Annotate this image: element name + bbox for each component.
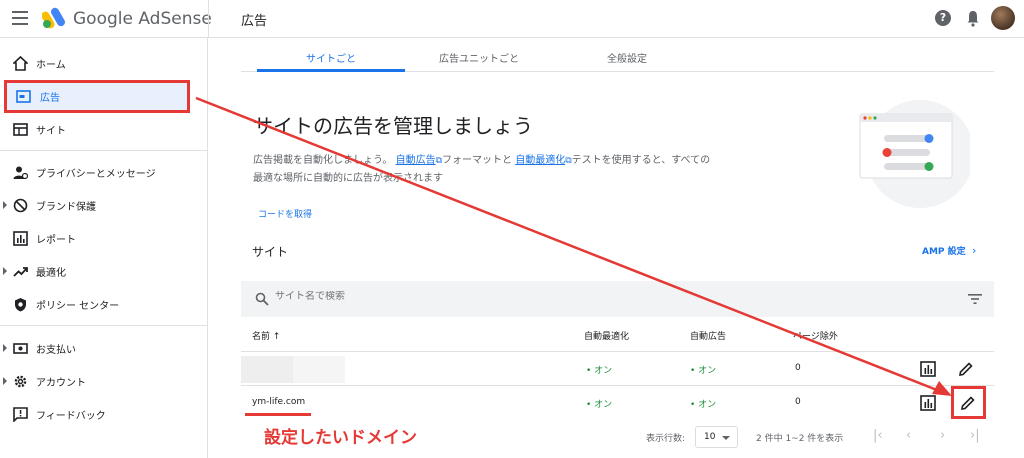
page-exclusions-count: 0 <box>795 363 801 373</box>
dropdown-arrow-icon <box>722 436 730 440</box>
sidebar-item-label: お支払い <box>36 345 76 356</box>
table-divider <box>241 351 994 352</box>
hero-desc-text: 広告掲載を自動化しましょう。 <box>253 155 393 166</box>
tab-by-ad-unit[interactable]: 広告ユニットごと <box>405 50 553 65</box>
sidebar-item-feedback[interactable]: フィードバック <box>0 398 208 431</box>
site-ads-illustration <box>859 100 970 208</box>
auto-ads-link[interactable]: 自動広告 <box>396 155 436 166</box>
sidebar-item-label: レポート <box>36 235 76 246</box>
tab-by-site[interactable]: サイトごと <box>257 50 405 65</box>
auto-ads-status: • オン <box>690 400 717 410</box>
tab-global-settings[interactable]: 全般設定 <box>553 50 701 65</box>
sidebar-item-optimization[interactable]: 最適化 <box>0 255 208 288</box>
active-tab-indicator <box>257 69 405 72</box>
chevron-right-icon: › <box>972 244 977 257</box>
brand-name: Google AdSense <box>73 9 212 29</box>
next-page-icon[interactable]: › <box>940 428 945 443</box>
hero-desc-text: フォーマットと <box>442 155 513 166</box>
sidebar-item-label: フィードバック <box>36 411 106 422</box>
auto-ads-status: • オン <box>690 366 717 376</box>
hero-description: 広告掲載を自動化しましょう。 自動広告⧉フォーマットと 自動最適化⧉テストを使用… <box>253 152 713 187</box>
column-header-name[interactable]: 名前 ↑ <box>252 329 280 342</box>
sidebar-item-label: ブランド保護 <box>36 202 96 213</box>
sidebar-divider <box>0 150 208 151</box>
ads-icon <box>16 90 31 103</box>
sidebar-nav: ホーム 広告 サイト プライバシーとメッセージ ブランド保護 レポート 最適化 … <box>0 38 208 458</box>
sidebar-item-label: ポリシー センター <box>36 301 120 312</box>
privacy-icon <box>13 166 28 180</box>
pagination-count: 2 件中 1~2 件を表示 <box>756 434 844 444</box>
sites-section-title: サイト <box>252 245 289 259</box>
redacted-site-name <box>293 356 345 383</box>
sidebar-item-label: サイト <box>36 126 66 137</box>
column-header-auto-optimize: 自動最適化 <box>584 332 630 342</box>
sidebar-item-label: アカウント <box>36 378 86 389</box>
home-icon <box>13 56 28 71</box>
sidebar-item-label: 最適化 <box>36 268 66 279</box>
sidebar-item-home[interactable]: ホーム <box>0 47 208 80</box>
amp-settings-link[interactable]: AMP 設定 <box>922 244 966 257</box>
account-avatar[interactable] <box>991 6 1015 30</box>
edit-pencil-icon[interactable] <box>960 395 976 411</box>
sidebar-item-label: プライバシーとメッセージ <box>36 169 156 180</box>
sidebar-divider <box>0 325 208 326</box>
auto-optimize-link[interactable]: 自動最適化 <box>515 155 565 166</box>
page-exclusions-count: 0 <box>795 397 801 407</box>
expand-caret-icon <box>3 344 7 352</box>
last-page-icon[interactable]: ›| <box>970 428 980 443</box>
help-icon[interactable]: ? <box>935 10 951 26</box>
first-page-icon[interactable]: |‹ <box>873 428 883 443</box>
hero-title: サイトの広告を管理しましょう <box>253 114 533 138</box>
sidebar-item-sites[interactable]: サイト <box>0 113 208 146</box>
top-app-bar: Google AdSense 広告 ? <box>0 0 1024 38</box>
filter-icon[interactable] <box>968 294 982 304</box>
rows-per-page-value: 10 <box>704 432 716 442</box>
domain-underline-annotation <box>245 413 311 416</box>
site-search-input[interactable] <box>275 291 675 302</box>
expand-caret-icon <box>3 377 7 385</box>
sidebar-item-brand-safety[interactable]: ブランド保護 <box>0 189 208 222</box>
rows-per-page-label: 表示行数: <box>646 434 686 444</box>
sidebar-item-payments[interactable]: お支払い <box>0 332 208 365</box>
sidebar-item-label: ホーム <box>36 60 66 71</box>
prev-page-icon[interactable]: ‹ <box>906 428 911 443</box>
page-title: 広告 <box>241 14 268 29</box>
get-code-button[interactable]: コードを取得 <box>258 207 312 220</box>
settings-icon <box>14 375 27 388</box>
search-icon <box>255 292 269 306</box>
sidebar-item-account[interactable]: アカウント <box>0 365 208 398</box>
hamburger-menu-icon[interactable] <box>12 11 28 25</box>
expand-caret-icon <box>3 267 7 275</box>
feedback-icon <box>13 407 28 422</box>
report-icon[interactable] <box>920 361 936 377</box>
header-divider <box>208 0 209 38</box>
notifications-bell-icon[interactable] <box>966 9 980 27</box>
column-header-auto-ads: 自動広告 <box>690 332 727 342</box>
sidebar-item-reports[interactable]: レポート <box>0 222 208 255</box>
rows-per-page-select[interactable]: 10 <box>695 426 738 448</box>
redacted-site-name <box>241 356 293 383</box>
column-header-page-exclusions: ページ除外 <box>793 332 838 342</box>
sidebar-item-label: 広告 <box>40 93 60 104</box>
annotation-note: 設定したいドメイン <box>264 428 417 448</box>
sidebar-item-privacy[interactable]: プライバシーとメッセージ <box>0 156 208 189</box>
sidebar-item-ads[interactable]: 広告 <box>4 80 190 113</box>
sites-icon <box>13 123 28 136</box>
report-icon[interactable] <box>920 395 936 411</box>
site-name[interactable]: ym-life.com <box>252 397 305 407</box>
payments-icon <box>13 343 28 354</box>
auto-optimize-status: • オン <box>586 400 613 410</box>
expand-caret-icon <box>3 201 7 209</box>
site-search-bar <box>241 281 994 317</box>
auto-optimize-status: • オン <box>586 366 613 376</box>
optimize-icon <box>13 267 28 277</box>
adsense-logo-icon <box>42 7 65 29</box>
policy-icon <box>15 298 26 312</box>
block-icon <box>13 198 28 213</box>
report-icon <box>13 231 28 246</box>
table-divider <box>241 385 994 386</box>
sidebar-item-policy-center[interactable]: ポリシー センター <box>0 288 208 321</box>
edit-pencil-icon[interactable] <box>958 361 974 377</box>
